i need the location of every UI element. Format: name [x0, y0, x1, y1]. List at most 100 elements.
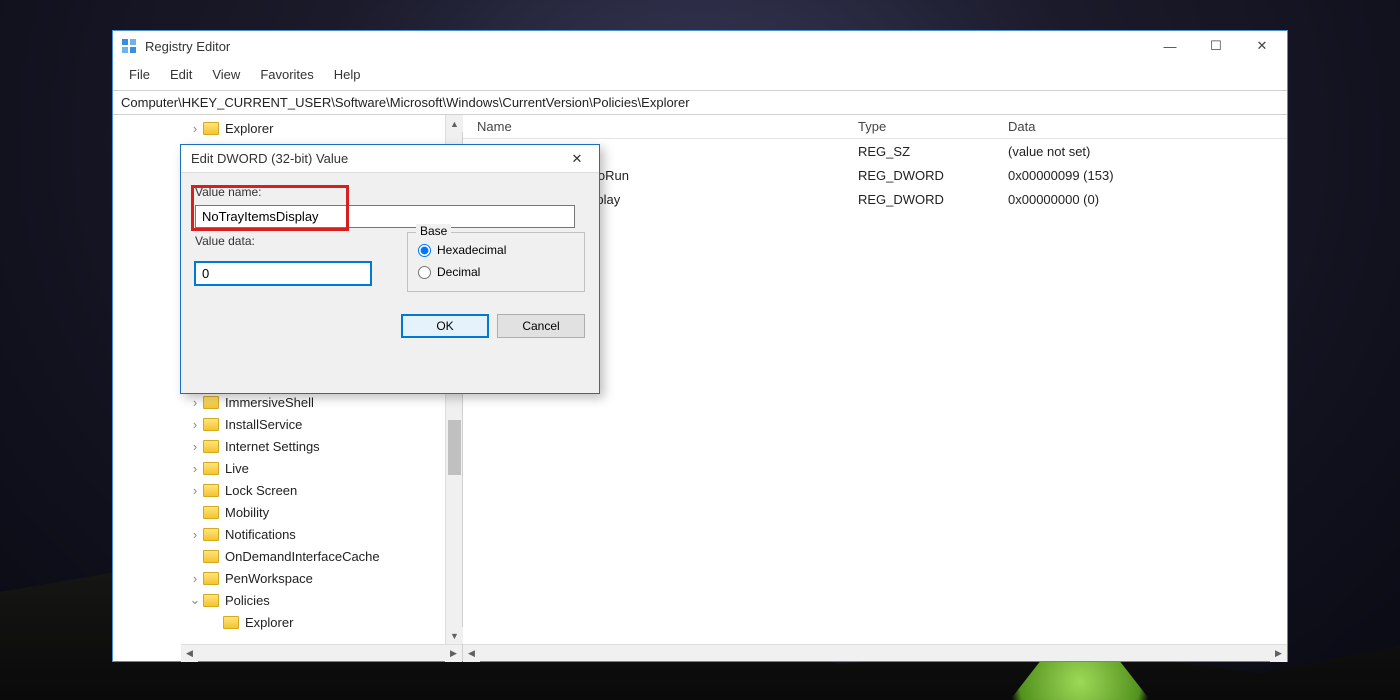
tree-label: Explorer — [245, 615, 293, 630]
ok-button[interactable]: OK — [401, 314, 489, 338]
menu-file[interactable]: File — [121, 65, 158, 84]
chevron-right-icon[interactable]: › — [189, 121, 201, 136]
tree-label: Notifications — [225, 527, 296, 542]
tree-label: ImmersiveShell — [225, 395, 314, 410]
tree-label: OnDemandInterfaceCache — [225, 549, 380, 564]
tree-item[interactable]: › Notifications — [181, 523, 462, 545]
folder-icon — [203, 550, 219, 563]
column-header-type[interactable]: Type — [858, 119, 1008, 134]
folder-icon — [203, 396, 219, 409]
menu-view[interactable]: View — [204, 65, 248, 84]
tree-label: Explorer — [225, 121, 273, 136]
dialog-close-button[interactable]: ✕ — [561, 148, 593, 170]
tree-label: Live — [225, 461, 249, 476]
chevron-right-icon[interactable]: › — [189, 483, 201, 498]
folder-icon — [203, 122, 219, 135]
chevron-right-icon[interactable]: › — [189, 527, 201, 542]
list-horizontal-scrollbar[interactable]: ◀ ▶ — [463, 644, 1287, 661]
chevron-right-icon[interactable]: › — [189, 571, 201, 586]
minimize-button[interactable]: — — [1147, 31, 1193, 61]
chevron-blank-icon — [189, 615, 201, 630]
value-data-input[interactable] — [195, 262, 371, 285]
left-gutter — [113, 115, 181, 661]
address-bar[interactable]: Computer\HKEY_CURRENT_USER\Software\Micr… — [113, 90, 1287, 115]
chevron-right-icon[interactable]: › — [189, 395, 201, 410]
cell-data: 0x00000099 (153) — [1008, 168, 1287, 183]
folder-icon — [203, 594, 219, 607]
base-legend: Base — [416, 224, 451, 238]
tree-item-explorer-top[interactable]: › Explorer — [181, 117, 462, 139]
titlebar[interactable]: Registry Editor — ☐ ✕ — [113, 31, 1287, 61]
app-icon — [121, 38, 137, 54]
tree-label: Policies — [225, 593, 270, 608]
tree-label: Mobility — [225, 505, 269, 520]
tree-item[interactable]: › InstallService — [181, 413, 462, 435]
chevron-right-icon[interactable]: › — [189, 461, 201, 476]
dialog-title-text: Edit DWORD (32-bit) Value — [191, 151, 348, 166]
chevron-down-icon[interactable]: ⌄ — [189, 592, 201, 608]
menubar: File Edit View Favorites Help — [113, 61, 1287, 90]
menu-edit[interactable]: Edit — [162, 65, 200, 84]
radio-hex-label: Hexadecimal — [437, 243, 506, 257]
close-icon: ✕ — [572, 151, 583, 167]
scroll-up-icon[interactable]: ▲ — [446, 115, 463, 132]
window-title: Registry Editor — [145, 39, 230, 54]
scroll-down-icon[interactable]: ▼ — [446, 627, 463, 644]
tree-label: InstallService — [225, 417, 302, 432]
list-header: Name Type Data — [463, 115, 1287, 139]
chevron-right-icon[interactable]: › — [189, 417, 201, 432]
value-data-label: Value data: — [195, 234, 395, 256]
tree-item[interactable]: › ImmersiveShell — [181, 391, 462, 413]
folder-icon — [203, 484, 219, 497]
folder-icon — [203, 528, 219, 541]
scroll-left-icon[interactable]: ◀ — [463, 645, 480, 662]
folder-icon — [203, 506, 219, 519]
tree-horizontal-scrollbar[interactable]: ◀ ▶ — [181, 644, 462, 661]
cancel-button[interactable]: Cancel — [497, 314, 585, 338]
scroll-thumb[interactable] — [448, 420, 461, 475]
scroll-right-icon[interactable]: ▶ — [1270, 645, 1287, 662]
close-button[interactable]: ✕ — [1239, 31, 1285, 61]
column-header-name[interactable]: Name — [463, 119, 858, 134]
edit-dword-dialog: Edit DWORD (32-bit) Value ✕ Value name: … — [180, 144, 600, 394]
radio-hex-input[interactable] — [418, 244, 431, 257]
tree-label: PenWorkspace — [225, 571, 313, 586]
radio-dec-input[interactable] — [418, 266, 431, 279]
menu-favorites[interactable]: Favorites — [252, 65, 321, 84]
maximize-button[interactable]: ☐ — [1193, 31, 1239, 61]
radio-dec-label: Decimal — [437, 265, 480, 279]
tree-item-explorer-sub[interactable]: Explorer — [181, 611, 462, 633]
tree-item[interactable]: › Live — [181, 457, 462, 479]
cell-data: 0x00000000 (0) — [1008, 192, 1287, 207]
radio-decimal[interactable]: Decimal — [418, 261, 574, 283]
tree-item-policies[interactable]: ⌄ Policies — [181, 589, 462, 611]
folder-icon — [203, 418, 219, 431]
tree-item[interactable]: OnDemandInterfaceCache — [181, 545, 462, 567]
tree-item[interactable]: Mobility — [181, 501, 462, 523]
cell-data: (value not set) — [1008, 144, 1287, 159]
folder-icon — [203, 440, 219, 453]
cell-type: REG_SZ — [858, 144, 1008, 159]
tree-label: Lock Screen — [225, 483, 297, 498]
column-header-data[interactable]: Data — [1008, 119, 1287, 134]
tree-label: Internet Settings — [225, 439, 320, 454]
chevron-blank-icon — [189, 505, 201, 520]
radio-hexadecimal[interactable]: Hexadecimal — [418, 239, 574, 261]
cell-type: REG_DWORD — [858, 168, 1008, 183]
chevron-blank-icon — [189, 549, 201, 564]
address-path: Computer\HKEY_CURRENT_USER\Software\Micr… — [121, 95, 690, 110]
dialog-titlebar[interactable]: Edit DWORD (32-bit) Value ✕ — [181, 145, 599, 173]
menu-help[interactable]: Help — [326, 65, 369, 84]
value-name-input[interactable] — [195, 205, 575, 228]
tree-item[interactable]: › Internet Settings — [181, 435, 462, 457]
scroll-right-icon[interactable]: ▶ — [445, 645, 462, 662]
cell-type: REG_DWORD — [858, 192, 1008, 207]
value-name-label: Value name: — [195, 185, 585, 199]
folder-icon — [203, 462, 219, 475]
tree-item[interactable]: › PenWorkspace — [181, 567, 462, 589]
base-group: Base Hexadecimal Decimal — [407, 232, 585, 292]
chevron-right-icon[interactable]: › — [189, 439, 201, 454]
tree-item[interactable]: › Lock Screen — [181, 479, 462, 501]
folder-icon — [223, 616, 239, 629]
scroll-left-icon[interactable]: ◀ — [181, 645, 198, 662]
